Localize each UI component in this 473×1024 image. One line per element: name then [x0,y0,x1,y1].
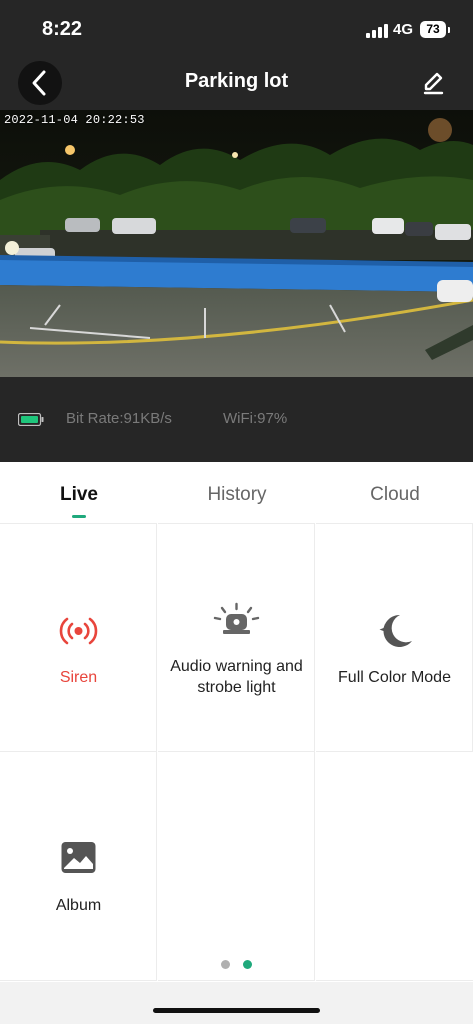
page-dot-2-active[interactable] [243,960,252,969]
audio-warning-label-line1: Audio warning and [170,658,303,675]
network-type: 4G [393,21,414,38]
battery-icon: 73 [420,21,446,38]
status-bar: 8:22 4G 73 [0,0,473,60]
siren-label: Siren [59,669,98,686]
moon-icon [379,614,412,647]
empty-cell [316,752,473,981]
pencil-icon [423,72,444,95]
audio-warning-button[interactable]: Audio warning and strobe light [158,523,315,752]
tab-cloud[interactable]: Cloud [316,484,473,506]
full-color-mode-button[interactable]: Full Color Mode [316,523,473,752]
home-indicator [153,1008,320,1013]
signal-icon [366,24,388,38]
feature-grid: Siren Audio warning and strobe light Ful… [0,523,473,981]
empty-cell [158,752,315,981]
siren-button[interactable]: Siren [0,523,157,752]
tab-live[interactable]: Live [0,484,158,506]
tab-history[interactable]: History [158,484,316,506]
live-video[interactable]: 2022-11-04 20:22:53 [0,110,473,377]
edit-button[interactable] [420,70,446,96]
battery-tip [448,27,450,33]
page-title: Parking lot [184,70,289,92]
active-tab-indicator [72,515,86,518]
album-button[interactable]: Album [0,752,157,981]
album-label: Album [55,897,102,914]
control-panel: Live History Cloud Siren Audio warning a… [0,462,473,982]
camera-feed-image [0,110,473,377]
siren-icon [59,617,98,645]
wifi-strength-label: WiFi:97% [223,410,288,427]
video-timestamp: 2022-11-04 20:22:53 [4,113,145,127]
full-color-mode-label: Full Color Mode [338,669,451,686]
alarm-light-icon [213,602,260,634]
bit-rate-label: Bit Rate:91KB/s [66,410,172,427]
image-icon [61,842,96,873]
page-dot-1[interactable] [221,960,230,969]
camera-battery-icon [18,413,44,426]
audio-warning-label-line2: strobe light [197,679,276,696]
status-time: 8:22 [42,18,83,40]
